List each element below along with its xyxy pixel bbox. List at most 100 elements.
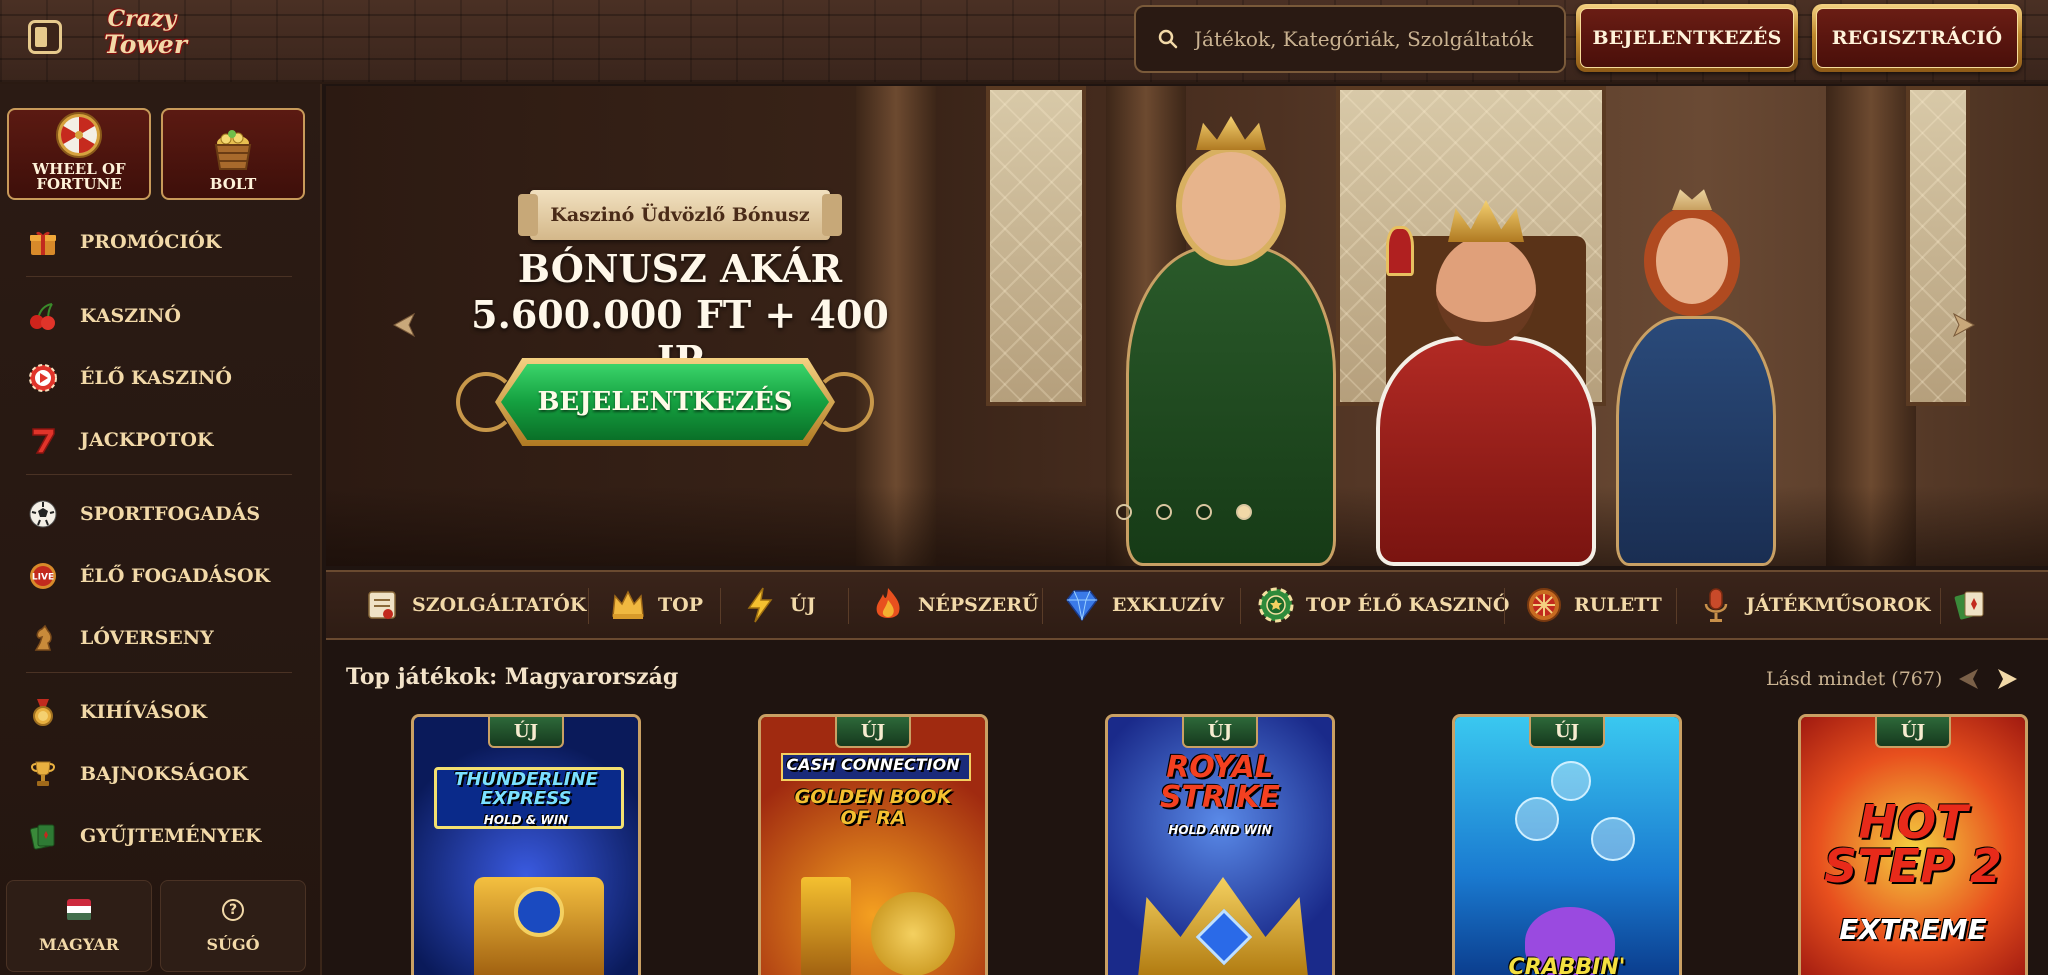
category-new[interactable]: ÚJ — [740, 572, 816, 638]
casino-chip-icon — [1256, 585, 1296, 625]
games-prev-arrow-icon[interactable] — [1956, 666, 1982, 692]
logo-text-line2: Tower — [104, 30, 188, 59]
category-top[interactable]: TOP — [608, 572, 703, 638]
top-header: Crazy Tower BEJELENTKEZÉS REGISZTRÁCIÓ — [0, 0, 2048, 84]
sidebar-item-casino[interactable]: KASZINÓ — [26, 292, 296, 340]
game-subtitle: GOLDEN BOOK OF RA — [794, 786, 952, 829]
shop-label: BOLT — [209, 175, 257, 193]
game-card-thunderline-express[interactable]: THUNDERLINE EXPRESS HOLD & WIN ÚJ — [411, 714, 641, 975]
hero-cta-frame: BEJELENTKEZÉS — [456, 354, 874, 450]
sidebar-item-label: KIHÍVÁSOK — [80, 701, 208, 723]
crown-icon — [608, 585, 648, 625]
category-game-shows[interactable]: JÁTÉKMŰSOROK — [1696, 572, 1931, 638]
category-label: JÁTÉKMŰSOROK — [1746, 594, 1931, 616]
search-icon — [1158, 29, 1178, 49]
games-next-arrow-icon[interactable] — [1994, 666, 2020, 692]
hero-next-arrow-icon[interactable] — [1948, 310, 1978, 340]
hero-banner[interactable]: Kaszinó Üdvözlő Bónusz BÓNUSZ AKÁR 5.600… — [326, 86, 2048, 566]
login-button[interactable]: BEJELENTKEZÉS — [1576, 4, 1798, 72]
sidebar-item-promotions[interactable]: PROMÓCIÓK — [26, 218, 296, 266]
coin-basket-icon — [214, 130, 252, 170]
soccer-ball-icon — [26, 497, 60, 531]
new-badge: ÚJ — [1529, 717, 1605, 748]
category-top-live-casino[interactable]: TOP ÉLŐ KASZINÓ — [1256, 572, 1509, 638]
category-providers[interactable]: SZOLGÁLTATÓK — [362, 572, 586, 638]
category-roulette[interactable]: RULETT — [1524, 572, 1662, 638]
category-label: SZOLGÁLTATÓK — [412, 594, 587, 616]
wheel-of-fortune-tile[interactable]: WHEEL OF FORTUNE — [7, 108, 151, 200]
slide-dot-active[interactable] — [1236, 504, 1252, 520]
live-play-icon — [26, 361, 60, 395]
horse-icon — [26, 621, 60, 655]
slide-dot[interactable] — [1156, 504, 1172, 520]
sidebar-item-horse-racing[interactable]: LÓVERSENY — [26, 614, 296, 662]
hero-prev-arrow-icon[interactable] — [390, 310, 420, 340]
game-card-golden-book-of-ra[interactable]: CASH CONNECTION GOLDEN BOOK OF RA ÚJ — [758, 714, 988, 975]
hero-login-button[interactable]: BEJELENTKEZÉS — [495, 358, 835, 446]
crazy-tower-logo[interactable]: Crazy Tower — [104, 4, 188, 70]
category-label: EXKLUZÍV — [1112, 594, 1225, 616]
register-button[interactable]: REGISZTRÁCIÓ — [1812, 4, 2022, 72]
sidebar: WHEEL OF FORTUNE BOLT PROMÓCIÓK KASZINÓ — [0, 84, 322, 975]
new-badge: ÚJ — [1182, 717, 1258, 748]
game-title: ROYAL STRIKE — [1159, 750, 1281, 815]
cards-icon — [26, 819, 60, 853]
category-exclusive[interactable]: EXKLUZÍV — [1062, 572, 1224, 638]
sidebar-item-label: PROMÓCIÓK — [80, 231, 222, 253]
search-input[interactable] — [1194, 27, 1554, 51]
game-card-hot-step-2[interactable]: HOT STEP 2 EXTREME ÚJ — [1798, 714, 2028, 975]
slide-dot[interactable] — [1116, 504, 1132, 520]
game-title: THUNDERLINE EXPRESS — [454, 769, 598, 809]
new-badge: ÚJ — [835, 717, 911, 748]
new-badge: ÚJ — [488, 717, 564, 748]
scroll-icon — [362, 585, 402, 625]
wheel-of-fortune-label: WHEEL OF FORTUNE — [32, 160, 126, 193]
sidebar-item-collections[interactable]: GYŰJTEMÉNYEK — [26, 812, 296, 860]
welcome-bonus-ribbon: Kaszinó Üdvözlő Bónusz — [518, 190, 842, 240]
help-button[interactable]: ? SÚGÓ — [160, 880, 306, 972]
game-title: CASH CONNECTION — [786, 755, 960, 774]
login-button-label: BEJELENTKEZÉS — [1580, 8, 1794, 68]
wheel-of-fortune-icon — [56, 112, 102, 158]
sidebar-item-label: LÓVERSENY — [80, 627, 214, 649]
logo-text-line1: Crazy — [107, 6, 177, 32]
help-icon: ? — [222, 898, 244, 921]
game-card-crabbin[interactable]: CRABBIN' ÚJ — [1452, 714, 1682, 975]
game-card-royal-strike[interactable]: ROYAL STRIKE HOLD AND WIN ÚJ — [1105, 714, 1335, 975]
card-icon — [1950, 585, 1990, 625]
slide-dot[interactable] — [1196, 504, 1212, 520]
game-title: CRABBIN' — [1508, 955, 1626, 975]
sidebar-toggle-icon[interactable] — [28, 20, 62, 54]
game-subtitle: EXTREME — [1839, 913, 1987, 946]
lightning-icon — [740, 585, 780, 625]
category-popular[interactable]: NÉPSZERŰ — [868, 572, 1039, 638]
category-label: ÚJ — [790, 594, 816, 616]
sidebar-item-challenges[interactable]: KIHÍVÁSOK — [26, 688, 296, 736]
sidebar-item-live-casino[interactable]: ÉLŐ KASZINÓ — [26, 354, 296, 402]
category-cards[interactable] — [1950, 572, 2000, 638]
diamond-icon — [1062, 585, 1102, 625]
category-label: TOP — [658, 594, 703, 616]
category-label: TOP ÉLŐ KASZINÓ — [1306, 594, 1510, 616]
king-character-image — [1356, 146, 1616, 566]
language-label: MAGYAR — [39, 934, 119, 954]
game-subtitle: HOLD & WIN — [483, 813, 569, 827]
trophy-icon — [26, 757, 60, 791]
category-label: RULETT — [1574, 594, 1662, 616]
search-box[interactable] — [1134, 5, 1566, 73]
sidebar-item-tournaments[interactable]: BAJNOKSÁGOK — [26, 750, 296, 798]
microphone-icon — [1696, 585, 1736, 625]
sidebar-item-jackpots[interactable]: JACKPOTOK — [26, 416, 296, 464]
language-selector[interactable]: MAGYAR — [6, 880, 152, 972]
register-button-label: REGISZTRÁCIÓ — [1816, 8, 2018, 68]
category-label: NÉPSZERŰ — [918, 594, 1039, 616]
sidebar-item-label: JACKPOTOK — [80, 429, 214, 451]
princess-character-image — [1606, 166, 1786, 566]
shop-tile[interactable]: BOLT — [161, 108, 305, 200]
sidebar-item-sports-betting[interactable]: SPORTFOGADÁS — [26, 490, 296, 538]
new-badge: ÚJ — [1875, 717, 1951, 748]
sidebar-item-label: SPORTFOGADÁS — [80, 503, 261, 525]
sidebar-item-live-betting[interactable]: LIVE ÉLŐ FOGADÁSOK — [26, 552, 296, 600]
see-all-link[interactable]: Lásd mindet (767) — [1766, 668, 1942, 690]
hero-slide-dots — [1116, 504, 1252, 520]
